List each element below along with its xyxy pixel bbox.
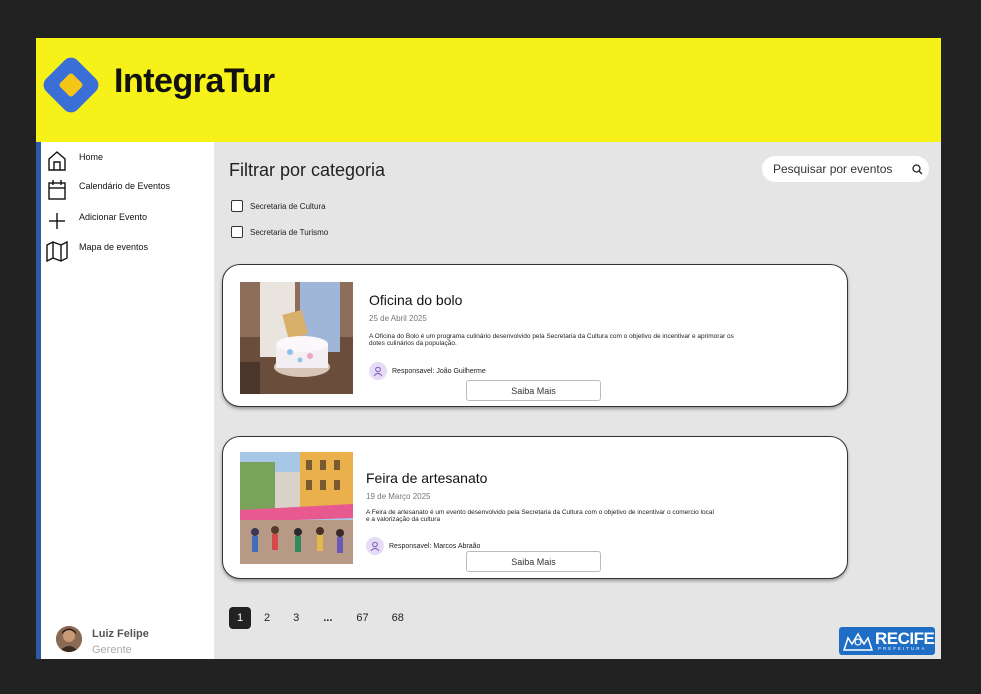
responsible-label: Responsavel: Marcos Abraão [389,542,481,550]
search-placeholder: Pesquisar por eventos [773,162,893,176]
event-image [240,452,353,564]
home-icon [46,150,68,172]
filter-secretaria-turismo[interactable]: Secretaria de Turismo [231,226,328,238]
sidebar-accent-bar [36,142,41,659]
checkbox[interactable] [231,200,243,212]
saiba-mais-button[interactable]: Saiba Mais [466,551,601,572]
page-button[interactable]: 68 [392,607,404,629]
user-icon [369,362,387,380]
event-card: Oficina do bolo 25 de Abril 2025 A Ofici… [222,264,848,407]
recife-subtext: PREFEITURA [878,646,927,651]
sidebar-item-label: Mapa de eventos [79,242,149,252]
saiba-mais-button[interactable]: Saiba Mais [466,380,601,401]
calendar-icon [46,179,68,201]
page-button[interactable]: 67 [356,607,368,629]
sidebar-item-add-event[interactable]: Adicionar Evento [46,208,211,234]
sidebar-item-label: Calendário de Eventos [79,181,171,191]
user-profile[interactable]: Luiz Felipe Gerente [56,626,149,658]
user-icon [366,537,384,555]
event-description: A Feira de artesanato é um evento desenv… [366,509,714,523]
page-button[interactable]: 3 [293,607,299,629]
user-role: Gerente [92,644,132,656]
logo-icon [43,57,99,113]
page-title: Filtrar por categoria [229,160,386,180]
sidebar-item-label: Adicionar Evento [79,212,148,222]
search-input[interactable]: Pesquisar por eventos [762,156,929,182]
page-button[interactable]: 2 [264,607,270,629]
header: IntegraTur [36,38,941,142]
event-date: 25 de Abril 2025 [369,314,427,323]
filter-label: Secretaria de Cultura [250,201,326,211]
map-icon [46,240,68,262]
plus-icon [46,210,68,232]
sidebar: Home Calendário de Eventos Adicionar Eve… [36,142,214,659]
app-window: IntegraTur Home Calendário de Eventos Ad… [36,38,941,659]
brand-name: IntegraTur [114,62,275,100]
sidebar-item-map[interactable]: Mapa de eventos [46,238,211,264]
event-responsible: Responsavel: Marcos Abraão [366,537,480,555]
event-description: A Oficina do Bolo é um programa culinári… [369,333,734,347]
responsible-label: Responsavel: João Guilherme [392,367,486,375]
page-ellipsis: ... [323,612,333,624]
sidebar-item-label: Home [79,152,104,162]
event-title: Oficina do bolo [369,292,463,308]
event-card: Feira de artesanato 19 de Março 2025 A F… [222,436,848,579]
recife-logo: RECIFE PREFEITURA [839,627,935,655]
crest-icon [842,632,874,651]
event-image [240,282,353,394]
sidebar-item-calendar[interactable]: Calendário de Eventos [46,177,211,203]
event-responsible: Responsavel: João Guilherme [369,362,486,380]
event-title: Feira de artesanato [366,470,488,486]
filter-label: Secretaria de Turismo [250,227,329,237]
user-name: Luiz Felipe [92,628,149,640]
event-date: 19 de Março 2025 [366,492,431,501]
page-button[interactable]: 1 [229,607,251,629]
search-icon[interactable] [905,163,929,175]
filter-secretaria-cultura[interactable]: Secretaria de Cultura [231,200,326,212]
pagination: 1 2 3 ... 67 68 [229,607,404,629]
sidebar-item-home[interactable]: Home [46,148,211,174]
checkbox[interactable] [231,226,243,238]
avatar [56,626,82,652]
